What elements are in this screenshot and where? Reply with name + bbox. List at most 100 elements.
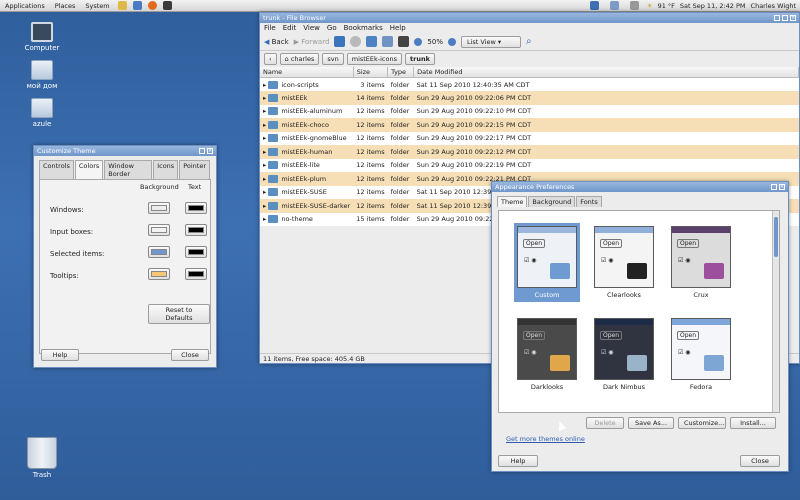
table-row[interactable]: ▸ icon-scripts 3 items folder Sat 11 Sep 20…	[260, 78, 799, 92]
volume-icon[interactable]	[629, 1, 639, 10]
breadcrumb-trunk[interactable]: trunk	[405, 53, 435, 65]
table-row[interactable]: ▸ mistEEk-choco 12 items folder Sun 29 Aug …	[260, 118, 799, 132]
stop-icon[interactable]	[350, 36, 362, 47]
theme-item[interactable]: Open ☑ ◉ Crux	[668, 223, 734, 302]
desktop-home-folder[interactable]: мой дом	[12, 60, 72, 90]
expander-icon[interactable]: ▸	[263, 202, 266, 210]
reset-to-defaults-button[interactable]: Reset to Defaults	[148, 304, 210, 324]
expander-icon[interactable]: ▸	[263, 121, 266, 129]
expander-icon[interactable]: ▸	[263, 107, 266, 115]
theme-item[interactable]: Open ☑ ◉ Fedora	[668, 315, 734, 394]
minimize-button[interactable]	[774, 15, 780, 21]
terminal-launcher-icon[interactable]	[162, 1, 172, 10]
menu-view[interactable]: View	[303, 24, 320, 32]
tab-background[interactable]: Background	[528, 196, 576, 207]
clock[interactable]: Sat Sep 11, 2:42 PM	[680, 2, 746, 10]
desktop-trash[interactable]: Trash	[12, 437, 72, 479]
expander-icon[interactable]: ▸	[263, 81, 266, 89]
help-button[interactable]: Help	[41, 349, 79, 361]
install-button[interactable]: Install...	[730, 417, 776, 429]
theme-item[interactable]: Open ☑ ◉ Darklooks	[514, 315, 580, 394]
expander-icon[interactable]: ▸	[263, 188, 266, 196]
close-button[interactable]: Close	[740, 455, 780, 467]
path-scroll-left[interactable]: ‹	[264, 53, 277, 65]
weather-text[interactable]: 91 °F	[658, 2, 675, 10]
table-row[interactable]: ▸ mistEEk 14 items folder Sun 29 Aug 2010 0…	[260, 91, 799, 105]
theme-item[interactable]: Open ☑ ◉ Dark Nimbus	[591, 315, 657, 394]
tab-icons[interactable]: Icons	[153, 160, 179, 179]
text-color-button[interactable]	[185, 246, 207, 258]
column-size[interactable]: Size	[353, 67, 389, 78]
breadcrumb-charles[interactable]: ⌂ charles	[279, 53, 320, 65]
menu-file[interactable]: File	[264, 24, 276, 32]
expander-icon[interactable]: ▸	[263, 94, 266, 102]
save-as-button[interactable]: Save As...	[628, 417, 674, 429]
scrollbar-thumb[interactable]	[774, 217, 778, 257]
chat-icon[interactable]	[609, 1, 619, 10]
help-button[interactable]: Help	[498, 455, 538, 467]
home-icon[interactable]	[382, 36, 394, 47]
table-row[interactable]: ▸ mistEEk-lite 12 items folder Sun 29 Aug 2…	[260, 159, 799, 173]
close-button[interactable]: ×	[207, 148, 213, 154]
theme-item[interactable]: Open ☑ ◉ Custom	[514, 223, 580, 302]
computer-icon[interactable]	[398, 36, 410, 47]
user-menu[interactable]: Charles Wight	[751, 2, 796, 10]
file-browser-titlebar[interactable]: trunk - File Browser ×	[260, 13, 799, 23]
column-name[interactable]: Name	[260, 67, 354, 78]
menu-edit[interactable]: Edit	[283, 24, 297, 32]
delete-theme-button[interactable]: Delete	[586, 417, 624, 429]
more-themes-link[interactable]: Get more themes online	[506, 435, 585, 443]
theme-grid-scrollbar[interactable]	[772, 211, 779, 412]
close-button[interactable]: Close	[171, 349, 209, 361]
table-row[interactable]: ▸ mistEEk-human 12 items folder Sun 29 Aug …	[260, 145, 799, 159]
close-button[interactable]: ×	[790, 15, 796, 21]
theme-item[interactable]: Open ☑ ◉ Clearlooks	[591, 223, 657, 302]
system-menu[interactable]: System	[80, 2, 114, 10]
places-menu[interactable]: Places	[50, 2, 81, 10]
column-type[interactable]: Type	[387, 67, 415, 78]
expander-icon[interactable]: ▸	[263, 175, 266, 183]
background-color-button[interactable]	[148, 268, 170, 280]
folder-launcher-icon[interactable]	[117, 1, 127, 10]
text-color-button[interactable]	[185, 268, 207, 280]
breadcrumb-svn[interactable]: svn	[322, 53, 344, 65]
tab-colors[interactable]: Colors	[74, 160, 104, 179]
breadcrumb-misteek-icons[interactable]: mistEEk-icons	[346, 53, 402, 65]
table-row[interactable]: ▸ mistEEk-gnomeBlue 12 items folder Sun 29 …	[260, 132, 799, 146]
applications-menu[interactable]: Applications	[0, 2, 50, 10]
background-color-button[interactable]	[148, 246, 170, 258]
tab-window-border[interactable]: Window Border	[104, 160, 153, 179]
reload-icon[interactable]	[366, 36, 378, 47]
tab-controls[interactable]: Controls	[39, 160, 74, 179]
menu-bookmarks[interactable]: Bookmarks	[344, 24, 383, 32]
zoom-in-icon[interactable]	[447, 37, 456, 46]
maximize-button[interactable]	[199, 148, 205, 154]
maximize-button[interactable]	[782, 15, 788, 21]
background-color-button[interactable]	[148, 202, 170, 214]
menu-go[interactable]: Go	[327, 24, 337, 32]
expander-icon[interactable]: ▸	[263, 148, 266, 156]
text-color-button[interactable]	[185, 224, 207, 236]
zoom-out-icon[interactable]	[414, 37, 423, 46]
text-color-button[interactable]	[185, 202, 207, 214]
firefox-launcher-icon[interactable]	[147, 1, 157, 10]
column-date[interactable]: Date Modified	[413, 67, 799, 78]
expander-icon[interactable]: ▸	[263, 215, 266, 223]
forward-button[interactable]: ▶ Forward	[294, 38, 330, 46]
background-color-button[interactable]	[148, 224, 170, 236]
appearance-titlebar[interactable]: Appearance Preferences ×	[492, 182, 788, 192]
search-icon[interactable]: ⌕	[526, 36, 532, 47]
close-button[interactable]: ×	[779, 184, 785, 190]
expander-icon[interactable]: ▸	[263, 134, 266, 142]
table-row[interactable]: ▸ mistEEk-aluminum 12 items folder Sun 29 A…	[260, 105, 799, 119]
menu-help[interactable]: Help	[390, 24, 406, 32]
tab-theme[interactable]: Theme	[497, 196, 528, 207]
desktop-computer[interactable]: Computer	[12, 22, 72, 52]
desktop-azule-folder[interactable]: azule	[12, 98, 72, 128]
up-icon[interactable]	[334, 36, 346, 47]
network-icon[interactable]	[589, 1, 599, 10]
customize-button[interactable]: Customize...	[678, 417, 726, 429]
view-mode-select[interactable]: List View ▾	[460, 35, 521, 48]
expander-icon[interactable]: ▸	[263, 161, 266, 169]
maximize-button[interactable]	[771, 184, 777, 190]
